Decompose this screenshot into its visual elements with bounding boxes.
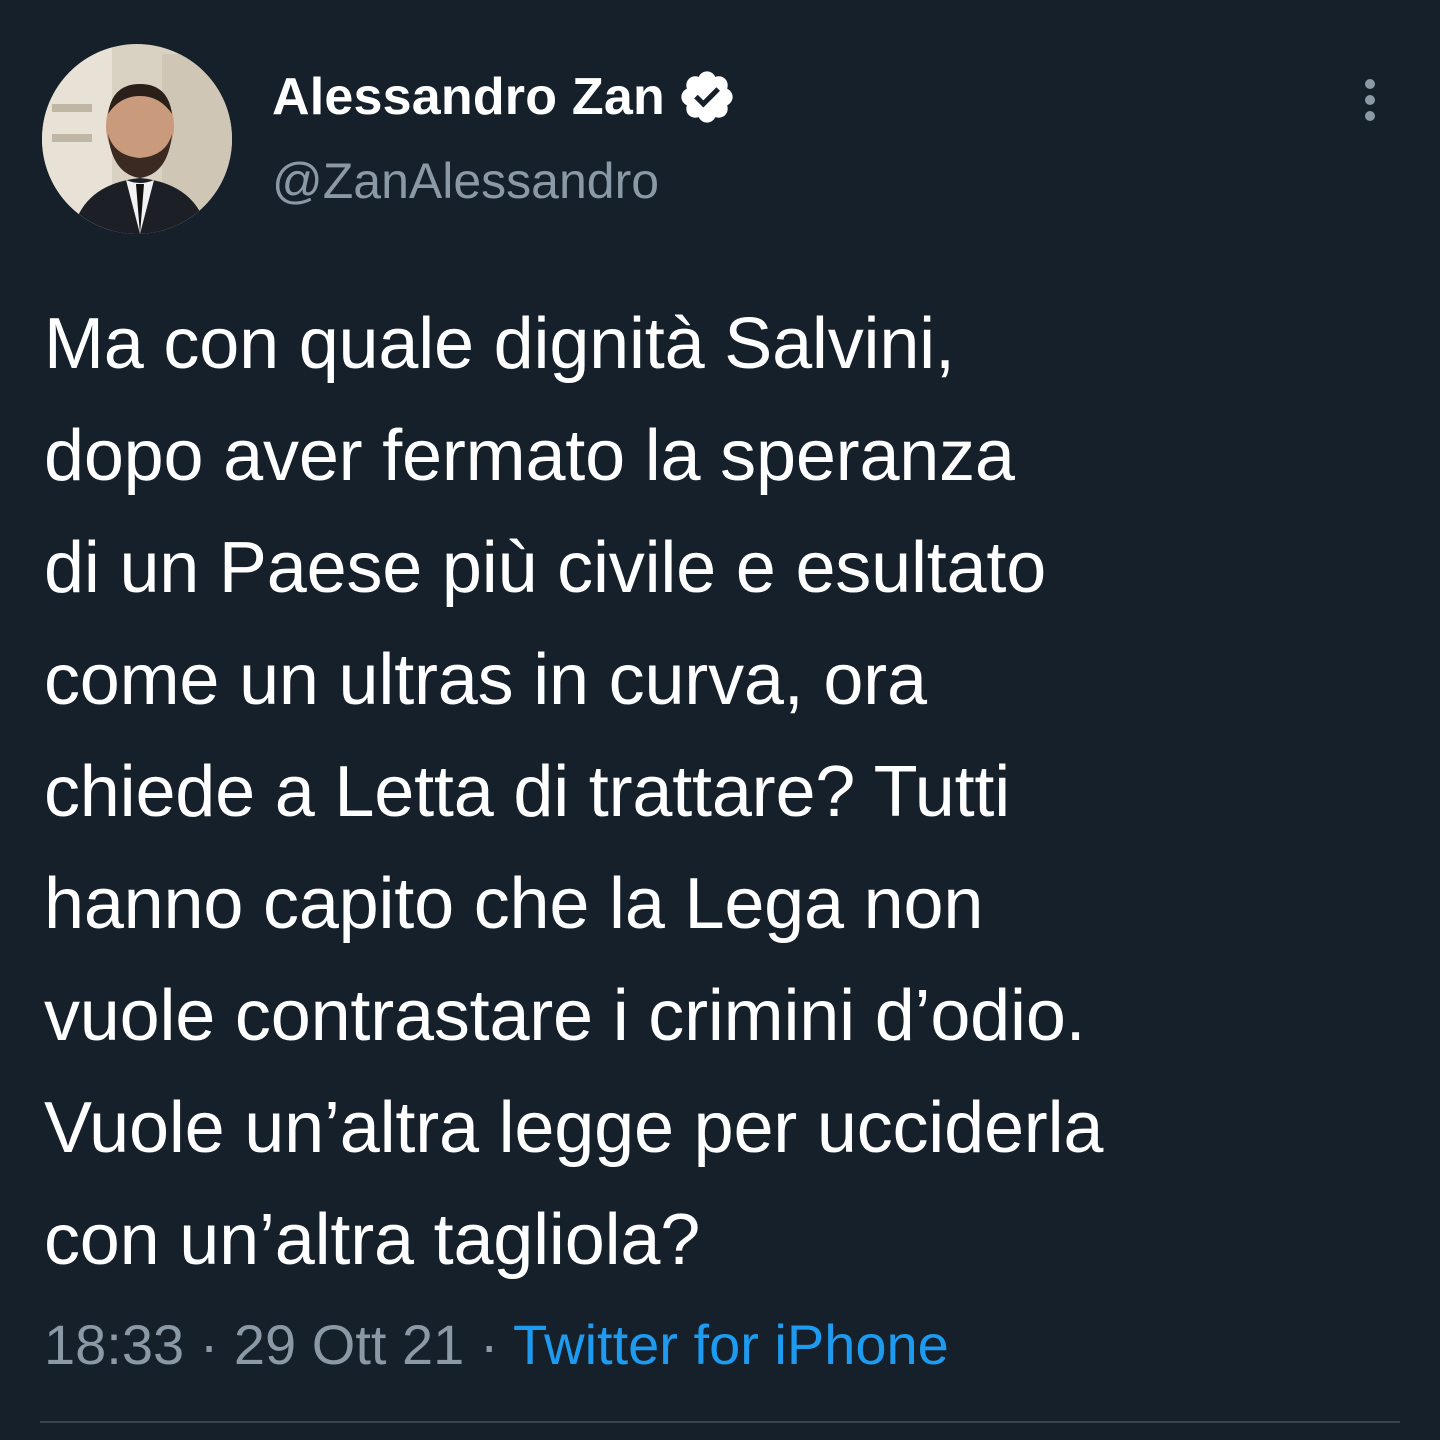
author-display-name[interactable]: Alessandro Zan xyxy=(272,67,665,127)
avatar-photo xyxy=(42,44,232,234)
tweet-card: Alessandro Zan @ZanAlessandro Ma con qua… xyxy=(0,0,1440,1440)
tweet-time[interactable]: 18:33 xyxy=(44,1313,184,1376)
tweet-metadata: 18:33 · 29 Ott 21 · Twitter for iPhone xyxy=(44,1312,949,1377)
verified-badge-icon xyxy=(677,67,737,127)
author-name-row[interactable]: Alessandro Zan xyxy=(272,64,737,130)
tweet-date[interactable]: 29 Ott 21 xyxy=(234,1313,464,1376)
tweet-text: Ma con quale dignità Salvini, dopo aver … xyxy=(44,304,1104,1280)
divider xyxy=(40,1421,1400,1423)
author-handle[interactable]: @ZanAlessandro xyxy=(272,152,659,210)
more-options-icon[interactable] xyxy=(1346,76,1394,124)
avatar[interactable] xyxy=(42,44,232,234)
tweet-source-link[interactable]: Twitter for iPhone xyxy=(513,1313,949,1376)
meta-separator: · xyxy=(184,1313,234,1376)
meta-separator: · xyxy=(464,1313,514,1376)
